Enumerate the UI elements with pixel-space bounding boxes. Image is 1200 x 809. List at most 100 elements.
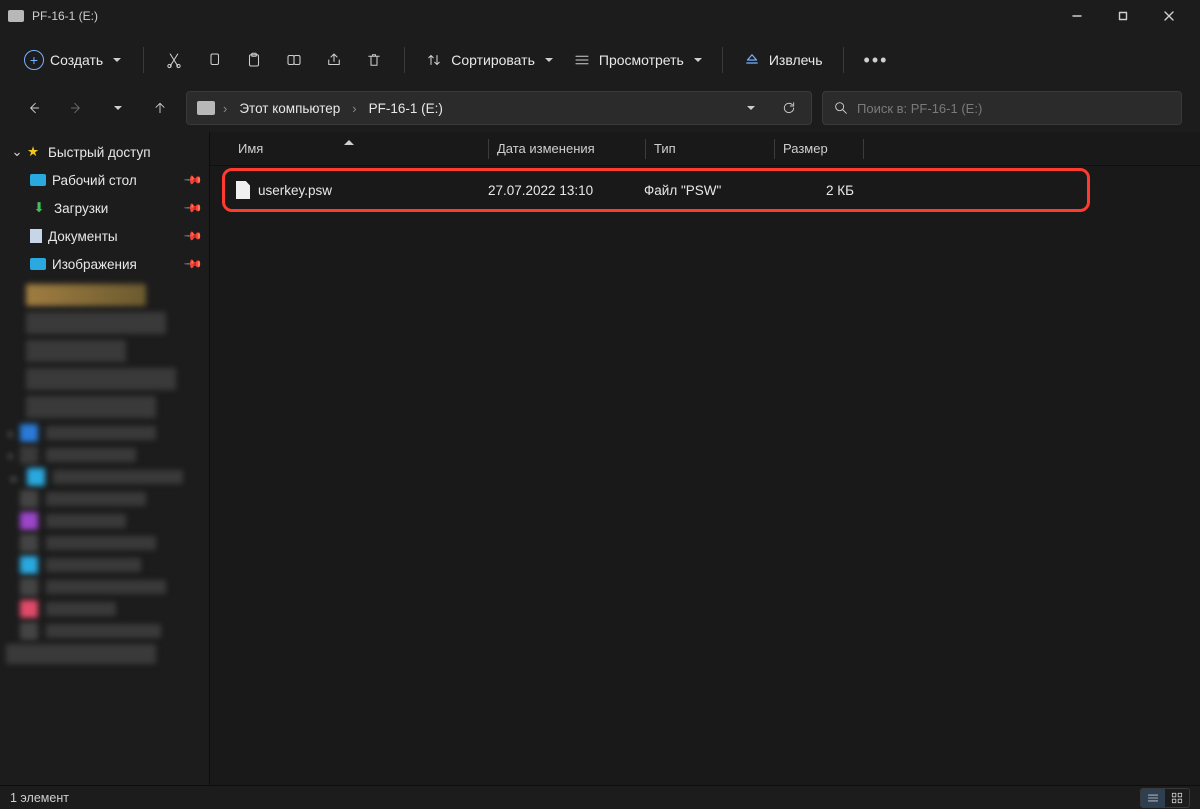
eject-label: Извлечь xyxy=(769,52,823,68)
window-controls xyxy=(1054,0,1192,32)
minimize-button[interactable] xyxy=(1054,0,1100,32)
sidebar-item-label: Рабочий стол xyxy=(52,173,186,188)
nav-row: › Этот компьютер › PF-16-1 (E:) xyxy=(0,88,1200,132)
column-label: Тип xyxy=(646,141,676,156)
download-icon: ⬇ xyxy=(30,200,48,216)
share-button[interactable] xyxy=(316,42,352,78)
pin-icon: 📌 xyxy=(183,198,203,218)
copy-button[interactable] xyxy=(196,42,232,78)
file-list: Имя Дата изменения Тип Размер userkey.ps… xyxy=(210,132,1200,785)
rename-button[interactable] xyxy=(276,42,312,78)
file-icon xyxy=(236,181,250,199)
sidebar: ⌄ ★ Быстрый доступ Рабочий стол 📌 ⬇ Загр… xyxy=(0,132,210,785)
chevron-down-icon xyxy=(545,58,553,62)
chevron-down-icon xyxy=(114,106,122,110)
sidebar-item-label: Изображения xyxy=(52,257,186,272)
view-button[interactable]: Просмотреть xyxy=(565,42,710,78)
column-label: Размер xyxy=(775,141,828,156)
sidebar-quick-access[interactable]: ⌄ ★ Быстрый доступ xyxy=(0,138,209,166)
sidebar-item-blurred xyxy=(0,556,209,574)
desktop-icon xyxy=(30,174,46,186)
sidebar-item-blurred xyxy=(0,644,209,664)
file-row[interactable]: userkey.psw 27.07.2022 13:10 Файл "PSW" … xyxy=(210,170,1200,210)
refresh-button[interactable] xyxy=(773,94,805,122)
documents-icon xyxy=(30,229,42,243)
sidebar-item-downloads[interactable]: ⬇ Загрузки 📌 xyxy=(0,194,209,222)
status-bar: 1 элемент xyxy=(0,785,1200,809)
delete-button[interactable] xyxy=(356,42,392,78)
file-date: 27.07.2022 13:10 xyxy=(488,183,644,198)
search-icon xyxy=(833,100,849,116)
create-label: Создать xyxy=(50,52,103,68)
address-bar[interactable]: › Этот компьютер › PF-16-1 (E:) xyxy=(186,91,812,125)
address-dropdown-button[interactable] xyxy=(735,94,767,122)
view-toggle xyxy=(1140,788,1190,808)
paste-button[interactable] xyxy=(236,42,272,78)
status-item-count: 1 элемент xyxy=(10,791,69,805)
chevron-down-icon xyxy=(694,58,702,62)
maximize-button[interactable] xyxy=(1100,0,1146,32)
column-label: Имя xyxy=(238,141,263,156)
toolbar-separator xyxy=(722,47,723,73)
breadcrumb-current[interactable]: PF-16-1 (E:) xyxy=(365,101,447,116)
sidebar-section-blurred: › xyxy=(0,424,209,442)
plus-circle-icon: + xyxy=(24,50,44,70)
sidebar-item-desktop[interactable]: Рабочий стол 📌 xyxy=(0,166,209,194)
sidebar-section-blurred: ⌄ xyxy=(0,468,209,486)
up-button[interactable] xyxy=(144,92,176,124)
pin-icon: 📌 xyxy=(183,170,203,190)
breadcrumb-separator: › xyxy=(350,101,358,116)
sort-label: Сортировать xyxy=(451,52,535,68)
sidebar-item-blurred xyxy=(0,490,209,508)
column-type[interactable]: Тип xyxy=(646,141,774,156)
window-title: PF-16-1 (E:) xyxy=(32,9,98,23)
sidebar-label: Быстрый доступ xyxy=(48,145,201,160)
main-area: ⌄ ★ Быстрый доступ Рабочий стол 📌 ⬇ Загр… xyxy=(0,132,1200,785)
back-button[interactable] xyxy=(18,92,50,124)
chevron-down-icon xyxy=(747,106,755,110)
column-name[interactable]: Имя xyxy=(210,141,488,156)
drive-icon xyxy=(8,10,24,22)
thumbnails-view-button[interactable] xyxy=(1165,789,1189,807)
sort-button[interactable]: Сортировать xyxy=(417,42,561,78)
titlebar: PF-16-1 (E:) xyxy=(0,0,1200,32)
file-type: Файл "PSW" xyxy=(644,183,772,198)
toolbar-separator xyxy=(404,47,405,73)
close-button[interactable] xyxy=(1146,0,1192,32)
column-label: Дата изменения xyxy=(489,141,595,156)
cut-button[interactable] xyxy=(156,42,192,78)
toolbar-separator xyxy=(143,47,144,73)
file-name: userkey.psw xyxy=(258,183,332,198)
breadcrumb-separator: › xyxy=(221,101,229,116)
toolbar-separator xyxy=(843,47,844,73)
sidebar-item-blurred xyxy=(0,512,209,530)
search-input[interactable] xyxy=(857,101,1171,116)
column-headers: Имя Дата изменения Тип Размер xyxy=(210,132,1200,166)
column-size[interactable]: Размер xyxy=(775,141,863,156)
pin-icon: 📌 xyxy=(183,226,203,246)
more-icon: ••• xyxy=(864,50,889,71)
sidebar-item-pictures[interactable]: Изображения 📌 xyxy=(0,250,209,278)
breadcrumb-root[interactable]: Этот компьютер xyxy=(235,101,344,116)
toolbar: + Создать Сортировать Просмотреть Извлеч… xyxy=(0,32,1200,88)
sidebar-item-blurred xyxy=(0,622,209,640)
drive-icon xyxy=(197,101,215,115)
forward-button[interactable] xyxy=(60,92,92,124)
column-date[interactable]: Дата изменения xyxy=(489,141,645,156)
sidebar-item-blurred xyxy=(0,600,209,618)
chevron-down-icon: ⌄ xyxy=(10,144,24,160)
sidebar-item-blurred xyxy=(0,578,209,596)
details-view-button[interactable] xyxy=(1141,789,1165,807)
sidebar-item-blurred xyxy=(26,340,126,362)
sidebar-item-blurred xyxy=(0,534,209,552)
eject-button[interactable]: Извлечь xyxy=(735,42,831,78)
sidebar-item-label: Загрузки xyxy=(54,201,186,216)
sidebar-item-blurred xyxy=(26,284,146,306)
create-button[interactable]: + Создать xyxy=(18,42,131,78)
chevron-down-icon xyxy=(113,58,121,62)
sidebar-item-documents[interactable]: Документы 📌 xyxy=(0,222,209,250)
recent-dropdown-button[interactable] xyxy=(102,92,134,124)
more-button[interactable]: ••• xyxy=(856,42,897,78)
search-bar[interactable] xyxy=(822,91,1182,125)
file-size: 2 КБ xyxy=(772,183,860,198)
